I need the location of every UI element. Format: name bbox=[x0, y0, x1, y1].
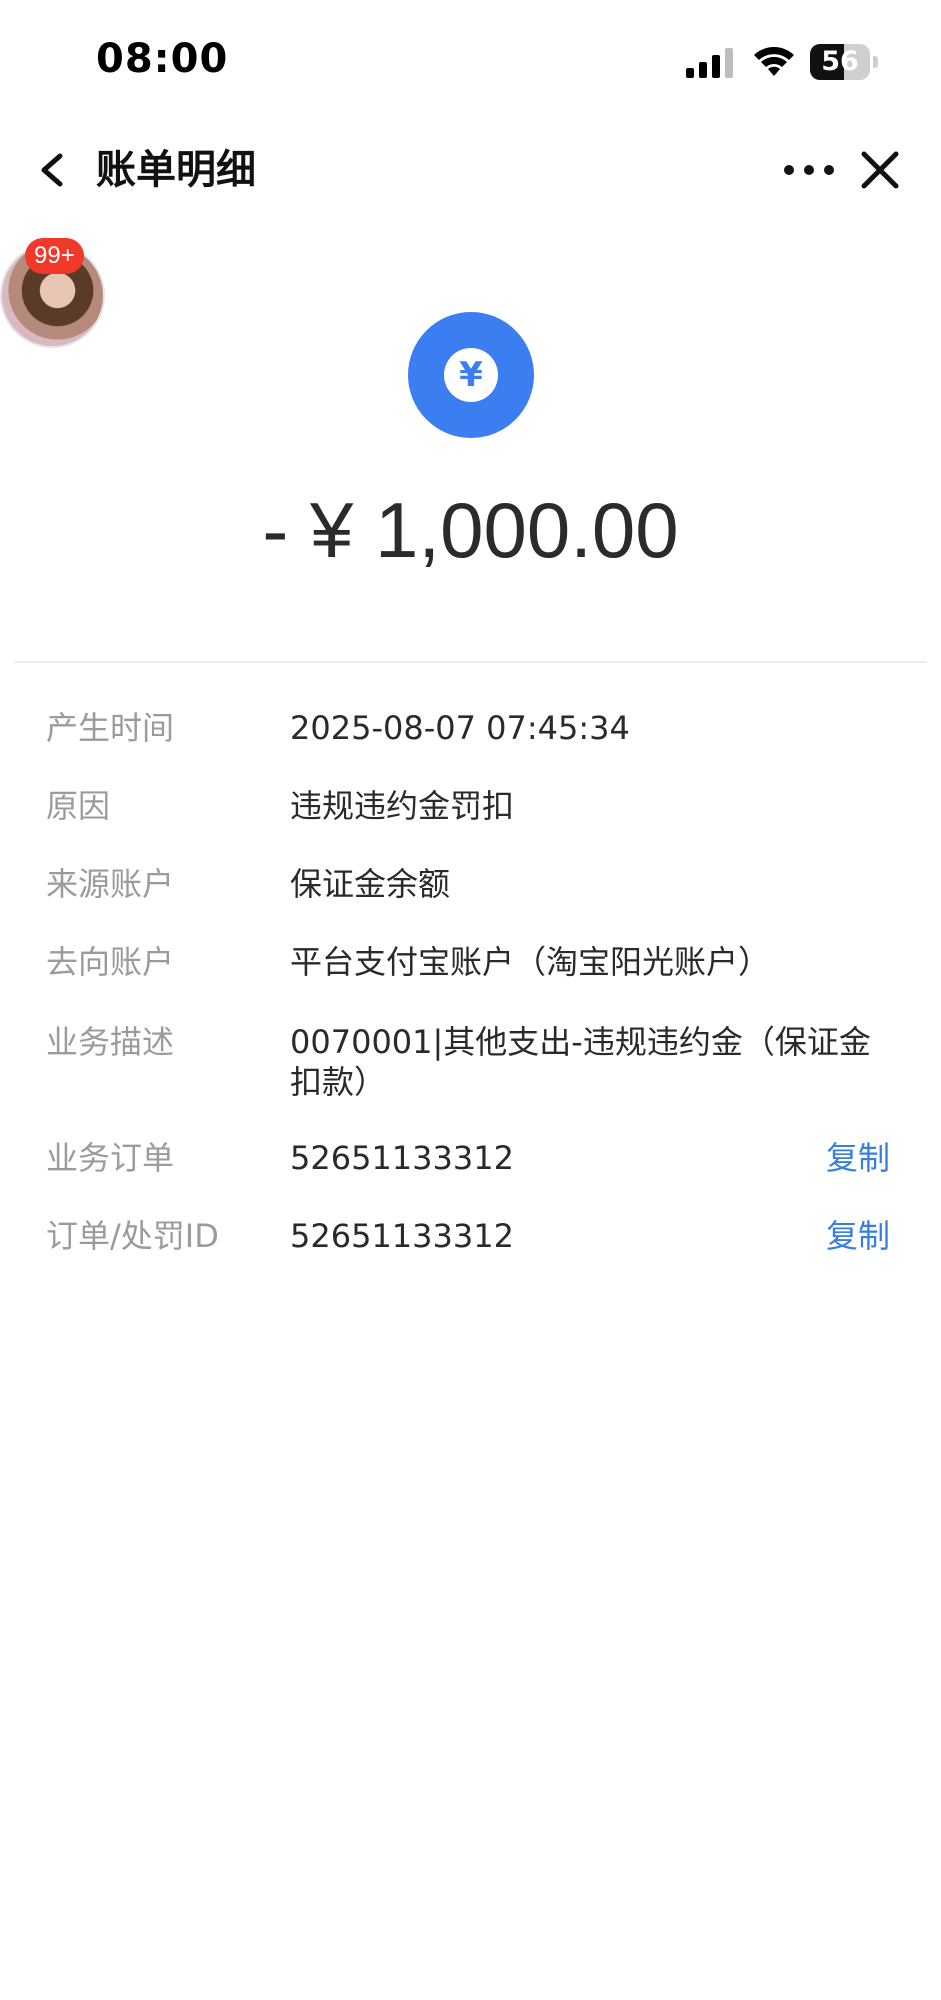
battery-body: 56 bbox=[810, 44, 870, 80]
bill-detail-page: 08:00 56 账单明细 99+ ¥ - ¥ 1,000.00 产生时间 20… bbox=[0, 0, 941, 2000]
more-icon bbox=[784, 165, 834, 175]
detail-label: 来源账户 bbox=[46, 865, 175, 903]
battery-level: 56 bbox=[821, 46, 859, 77]
amount-value: - ¥ 1,000.00 bbox=[262, 486, 679, 574]
detail-value: 保证金余额 bbox=[290, 865, 451, 903]
yuan-symbol: ¥ bbox=[444, 348, 498, 402]
detail-value: 2025-08-07 07:45:34 bbox=[290, 709, 630, 747]
back-arrow-icon bbox=[41, 153, 63, 187]
signal-icon bbox=[686, 48, 733, 78]
detail-label: 业务订单 bbox=[46, 1139, 175, 1177]
back-button[interactable] bbox=[30, 142, 80, 198]
detail-value: 52651133312 bbox=[290, 1139, 514, 1177]
detail-label: 业务描述 bbox=[46, 1023, 175, 1061]
close-button[interactable] bbox=[852, 142, 908, 198]
status-time: 08:00 bbox=[96, 36, 229, 82]
detail-label: 去向账户 bbox=[46, 943, 175, 981]
more-button[interactable] bbox=[780, 142, 838, 198]
copy-order-button[interactable]: 复制 bbox=[826, 1136, 890, 1180]
detail-value: 0070001|其他支出-违规违约金（保证金扣款） bbox=[290, 1023, 871, 1101]
copy-penalty-id-button[interactable]: 复制 bbox=[826, 1214, 890, 1258]
detail-value: 52651133312 bbox=[290, 1217, 514, 1255]
detail-label: 产生时间 bbox=[46, 709, 175, 747]
detail-label: 订单/处罚ID bbox=[46, 1217, 219, 1255]
close-icon bbox=[861, 151, 899, 189]
divider bbox=[14, 661, 926, 663]
detail-value: 平台支付宝账户（淘宝阳光账户） bbox=[290, 943, 771, 981]
wifi-icon bbox=[754, 47, 794, 76]
detail-label: 原因 bbox=[46, 787, 111, 825]
yuan-icon: ¥ bbox=[408, 312, 534, 438]
unread-badge: 99+ bbox=[25, 238, 84, 274]
battery-icon: 56 bbox=[810, 44, 880, 80]
nav-bar: 账单明细 bbox=[0, 120, 941, 220]
status-bar: 08:00 56 bbox=[0, 0, 941, 120]
battery-tip bbox=[873, 56, 878, 68]
page-title: 账单明细 bbox=[96, 147, 256, 193]
detail-value: 违规违约金罚扣 bbox=[290, 787, 515, 825]
